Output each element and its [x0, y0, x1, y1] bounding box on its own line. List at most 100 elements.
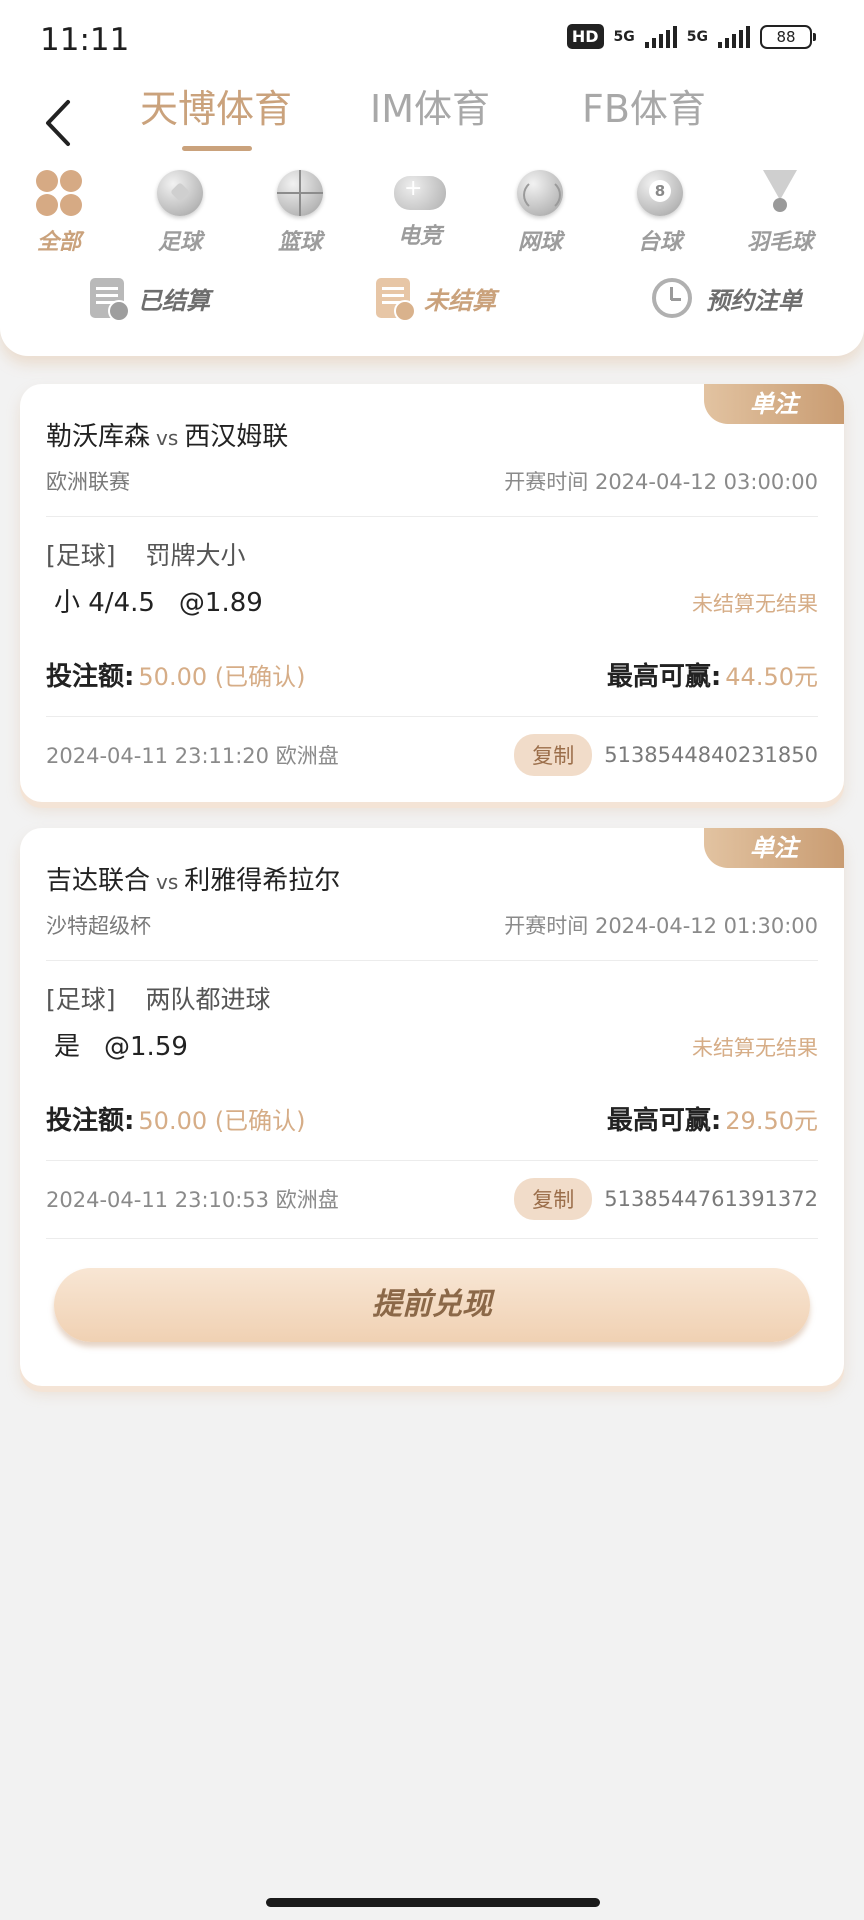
odds: @1.89: [178, 588, 263, 618]
result-status: 未结算无结果: [692, 592, 818, 616]
tennis-ball-icon: [517, 170, 563, 216]
divider: [46, 516, 818, 517]
sport-filter-row: 全部 足球 篮球 电竞 网球 台球 羽毛球: [0, 170, 864, 256]
settled-icon: [90, 278, 130, 322]
shuttlecock-icon: [757, 170, 803, 216]
sport-tag: [足球]: [46, 541, 116, 570]
selection-line: 小 4/4.5 @1.89: [54, 582, 263, 619]
start-time-label: 开赛时间: [504, 914, 589, 938]
start-time: 开赛时间 2024-04-12 03:00:00: [504, 466, 818, 496]
bet-status-filter: 已结算 未结算 预约注单: [0, 278, 864, 326]
stake-label: 投注额:: [46, 662, 135, 692]
home-team: 吉达联合: [46, 866, 151, 896]
soccer-ball-icon: [157, 170, 203, 216]
alarm-clock-icon: [652, 278, 692, 318]
selection: 是: [54, 1032, 81, 1062]
match-title: 勒沃库森 vs 西汉姆联: [46, 416, 288, 453]
sport-item-billiards[interactable]: 台球: [610, 170, 710, 256]
stake: 投注额: 50.00 (已确认): [46, 1100, 305, 1137]
start-time-value: 2024-04-12 03:00:00: [594, 470, 818, 494]
filter-unsettled[interactable]: 未结算: [376, 278, 496, 322]
sport-label: 电竞: [397, 224, 442, 249]
order-info: 复制 5138544761391372: [514, 1178, 818, 1220]
match-title: 吉达联合 vs 利雅得希拉尔: [46, 860, 340, 897]
market-line: [足球] 罚牌大小: [46, 536, 246, 572]
max-win-amount: 29.50元: [725, 1107, 818, 1135]
result-status: 未结算无结果: [692, 1036, 818, 1060]
sport-item-badminton[interactable]: 羽毛球: [730, 170, 830, 256]
away-team: 西汉姆联: [184, 422, 289, 452]
odds: @1.59: [104, 1032, 188, 1062]
stake-label: 投注额:: [46, 1106, 135, 1136]
divider: [46, 960, 818, 961]
status-time: 11:11: [40, 22, 130, 58]
status-bar: 11:11 HD 5G 5G 88: [0, 0, 864, 84]
tab-im[interactable]: IM体育: [370, 78, 490, 133]
order-id: 5138544840231850: [604, 743, 818, 767]
provider-tabs: 天博体育 IM体育 FB体育: [0, 78, 864, 156]
bet-type-badge: 单注: [704, 384, 844, 424]
market-line: [足球] 两队都进球: [46, 980, 271, 1016]
sport-item-all[interactable]: 全部: [9, 170, 109, 256]
home-indicator[interactable]: [266, 1898, 600, 1907]
start-time-value: 2024-04-12 01:30:00: [594, 914, 818, 938]
copy-button[interactable]: 复制: [514, 1178, 593, 1220]
tab-tianbo[interactable]: 天博体育: [140, 78, 292, 133]
league-name: 欧洲联赛: [46, 470, 130, 494]
stake-amount: 50.00 (已确认): [138, 1107, 306, 1135]
sport-item-soccer[interactable]: 足球: [130, 170, 230, 256]
unsettled-icon: [376, 278, 416, 322]
clover-icon: [36, 170, 82, 216]
hd-voice-icon: HD: [566, 24, 604, 49]
sport-label: 足球: [157, 230, 202, 255]
sport-label: 台球: [637, 230, 682, 255]
start-time: 开赛时间 2024-04-12 01:30:00: [504, 910, 818, 940]
network-label-1: 5G: [613, 28, 635, 45]
bet-card: 单注 吉达联合 vs 利雅得希拉尔 沙特超级杯 开赛时间 2024-04-12 01…: [20, 828, 844, 1386]
network-label-2: 5G: [686, 28, 708, 45]
divider: [46, 716, 818, 717]
vs-label: vs: [156, 426, 179, 450]
battery-icon: 88: [760, 24, 816, 49]
bet-card: 单注 勒沃库森 vs 西汉姆联 欧洲联赛 开赛时间 2024-04-12 03:00…: [20, 384, 844, 802]
market-name: 罚牌大小: [145, 541, 246, 570]
max-win-amount: 44.50元: [725, 663, 818, 691]
selection-line: 是 @1.59: [54, 1026, 188, 1063]
copy-button[interactable]: 复制: [514, 734, 593, 776]
active-tab-indicator: [182, 146, 252, 151]
league-name: 沙特超级杯: [46, 914, 151, 938]
sport-item-tennis[interactable]: 网球: [490, 170, 590, 256]
sport-label: 网球: [517, 230, 562, 255]
start-time-label: 开赛时间: [504, 470, 589, 494]
sport-label: 篮球: [277, 230, 322, 255]
basketball-icon: [277, 170, 323, 216]
stake: 投注额: 50.00 (已确认): [46, 656, 305, 693]
tab-fb[interactable]: FB体育: [582, 78, 706, 133]
divider: [46, 1160, 818, 1161]
sport-label: 羽毛球: [746, 230, 813, 255]
filter-settled[interactable]: 已结算: [90, 278, 210, 322]
filter-scheduled[interactable]: 预约注单: [652, 278, 802, 318]
signal-bars-icon: [718, 25, 750, 48]
placed-time: 2024-04-11 23:11:20 欧洲盘: [46, 744, 339, 768]
max-win: 最高可赢: 29.50元: [607, 1100, 818, 1137]
sport-item-basketball[interactable]: 篮球: [250, 170, 350, 256]
filter-label: 已结算: [138, 286, 210, 315]
filter-label: 预约注单: [706, 286, 802, 315]
max-win-label: 最高可赢:: [606, 662, 722, 692]
vs-label: vs: [156, 870, 179, 894]
selection: 小 4/4.5: [54, 588, 155, 618]
market-name: 两队都进球: [145, 985, 271, 1014]
signal-bars-icon: [644, 25, 677, 48]
home-team: 勒沃库森: [46, 422, 151, 452]
gamepad-icon: [394, 176, 446, 210]
cash-out-button[interactable]: 提前兑现: [54, 1268, 810, 1342]
sport-tag: [足球]: [46, 985, 116, 1014]
bet-type-badge: 单注: [704, 828, 844, 868]
placed-time: 2024-04-11 23:10:53 欧洲盘: [46, 1188, 339, 1212]
header-panel: 11:11 HD 5G 5G 88 天博体育 IM体育 FB体育 全部 足球 篮…: [0, 0, 864, 356]
sport-item-esports[interactable]: 电竞: [370, 170, 470, 250]
order-id: 5138544761391372: [604, 1187, 818, 1211]
max-win-label: 最高可赢:: [606, 1106, 722, 1136]
billiard-ball-icon: [637, 170, 683, 216]
